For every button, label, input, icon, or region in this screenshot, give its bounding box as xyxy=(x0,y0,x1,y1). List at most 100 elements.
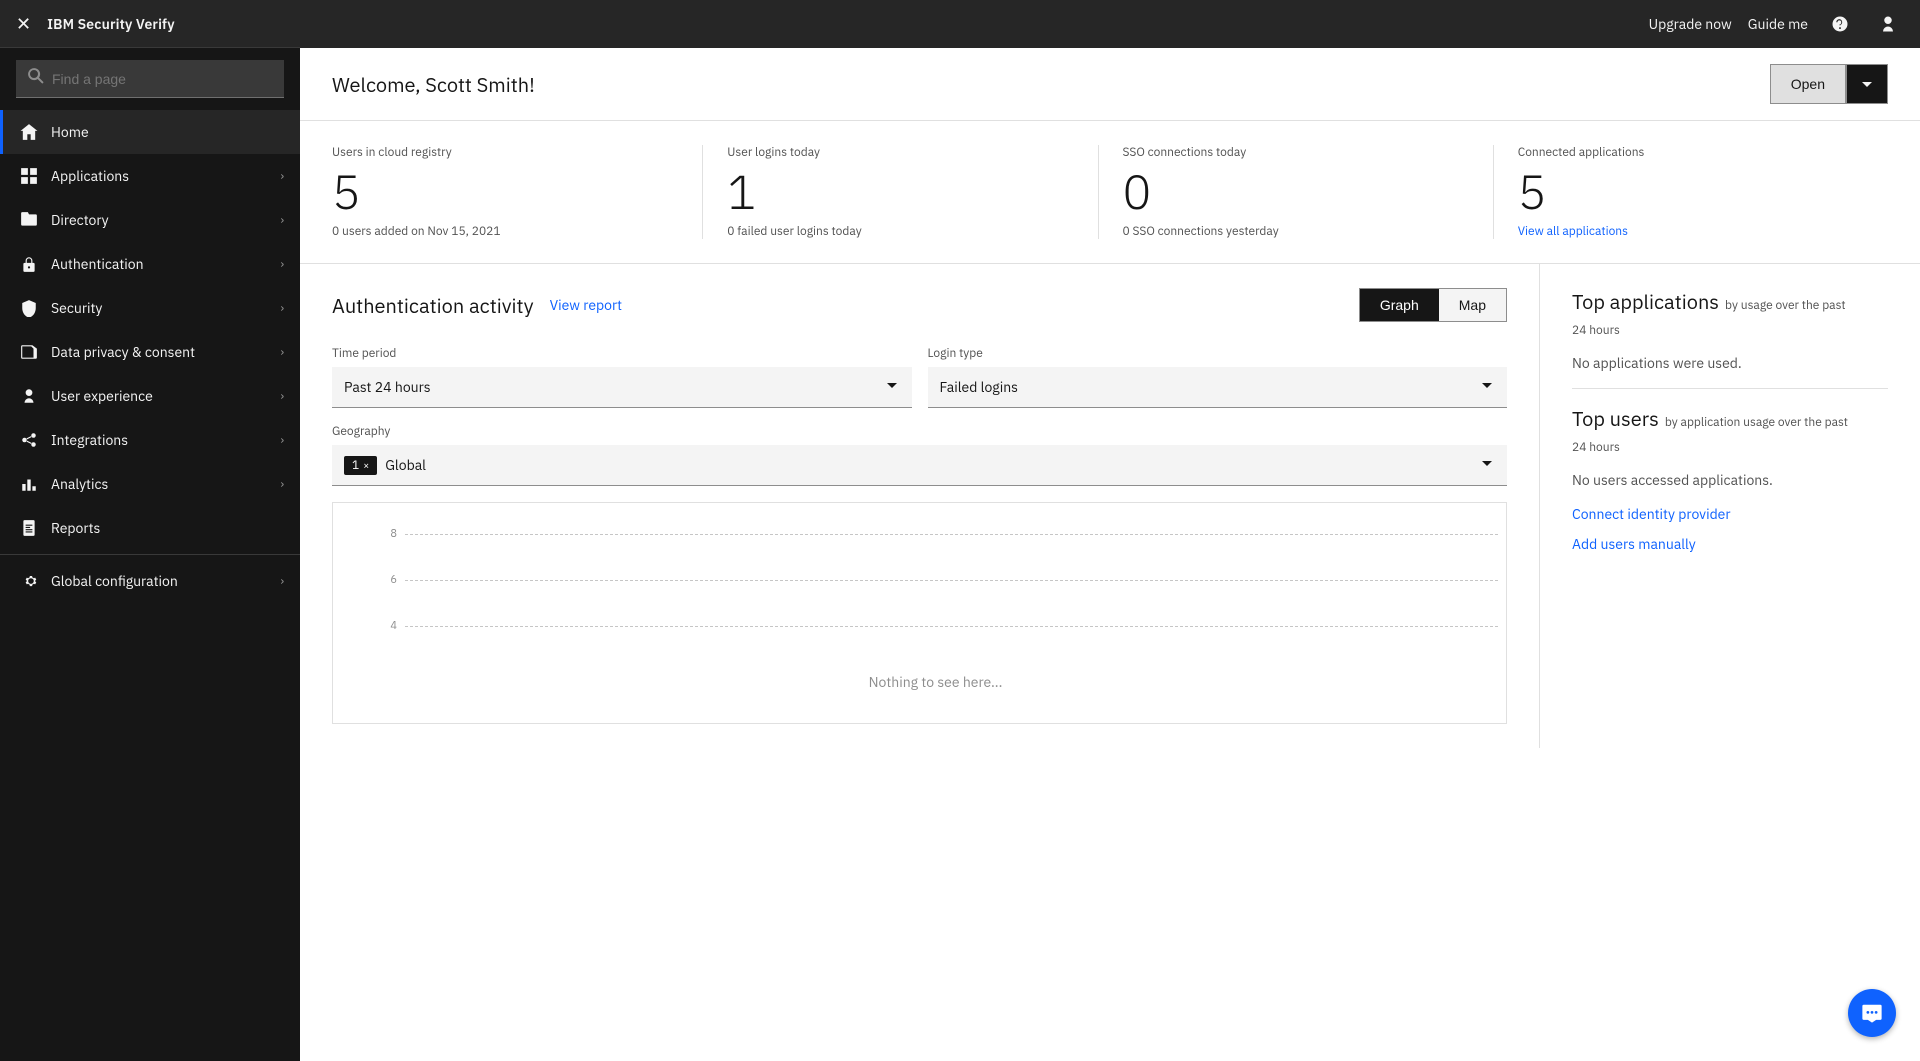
sidebar-item-global-config[interactable]: Global configuration › xyxy=(0,559,300,603)
sidebar-item-integrations[interactable]: Integrations › xyxy=(0,418,300,462)
stat-users-cloud: Users in cloud registry 5 0 users added … xyxy=(332,145,703,239)
stat-user-logins: User logins today 1 0 failed user logins… xyxy=(727,145,1098,239)
user-experience-icon xyxy=(19,386,39,406)
stat-users-cloud-sub: 0 users added on Nov 15, 2021 xyxy=(332,224,678,239)
analytics-icon xyxy=(19,474,39,494)
sidebar-item-data-privacy[interactable]: Data privacy & consent › xyxy=(0,330,300,374)
geography-select[interactable]: 1 × Global xyxy=(332,445,1507,486)
chevron-down-icon: › xyxy=(280,433,284,448)
time-period-label: Time period xyxy=(332,346,912,361)
top-users-section: Top users by application usage over the … xyxy=(1572,405,1888,489)
chevron-down-icon: › xyxy=(280,345,284,360)
stat-sso-connections: SSO connections today 0 0 SSO connection… xyxy=(1123,145,1494,239)
stat-user-logins-label: User logins today xyxy=(727,145,1073,160)
sidebar-item-security[interactable]: Security › xyxy=(0,286,300,330)
data-privacy-icon xyxy=(19,342,39,362)
login-type-chevron xyxy=(1479,377,1495,397)
geography-tag-remove[interactable]: × xyxy=(363,459,369,472)
time-period-chevron xyxy=(884,377,900,397)
top-applications-section: Top applications by usage over the past … xyxy=(1572,288,1888,372)
nav-items: Home Applications › Directory › Authenti… xyxy=(0,110,300,1061)
top-apps-title: Top applications xyxy=(1572,288,1719,315)
open-chevron-button[interactable] xyxy=(1846,64,1888,104)
search-icon xyxy=(28,68,44,89)
add-users-manually-link[interactable]: Add users manually xyxy=(1572,535,1888,553)
view-all-applications-link[interactable]: View all applications xyxy=(1518,224,1628,239)
chat-fab[interactable] xyxy=(1848,989,1896,1037)
top-users-title: Top users xyxy=(1572,405,1659,432)
stat-user-logins-value: 1 xyxy=(727,168,1073,216)
nav-divider xyxy=(0,554,300,555)
close-icon[interactable]: ✕ xyxy=(16,12,31,35)
user-profile-button[interactable] xyxy=(1872,8,1904,40)
geography-value: Global xyxy=(385,456,1471,474)
help-button[interactable] xyxy=(1824,8,1856,40)
right-panel: Top applications by usage over the past … xyxy=(1540,264,1920,748)
sidebar-item-reports[interactable]: Reports xyxy=(0,506,300,550)
chevron-down-icon: › xyxy=(280,301,284,316)
geography-filter: Geography 1 × Global xyxy=(332,424,1507,486)
security-icon xyxy=(19,298,39,318)
geography-chevron xyxy=(1479,455,1495,475)
guide-me-link[interactable]: Guide me xyxy=(1748,15,1808,33)
stat-user-logins-sub: 0 failed user logins today xyxy=(727,224,1073,239)
sidebar-item-home[interactable]: Home xyxy=(0,110,300,154)
top-users-subtitle-prefix: by application usage over the past xyxy=(1665,415,1848,430)
stat-sso-value: 0 xyxy=(1123,168,1469,216)
top-apps-title-row: Top applications by usage over the past xyxy=(1572,288,1888,319)
brand-name: IBM Security Verify xyxy=(47,15,175,33)
chevron-down-icon: › xyxy=(280,574,284,589)
search-box[interactable] xyxy=(16,60,284,98)
directory-icon xyxy=(19,210,39,230)
open-button[interactable]: Open xyxy=(1770,64,1846,104)
chart-grid-dash xyxy=(405,626,1498,627)
chart-gridline-6: 6 xyxy=(373,573,1498,587)
sidebar-item-applications[interactable]: Applications › xyxy=(0,154,300,198)
time-period-select[interactable]: Past 24 hours xyxy=(332,367,912,408)
stat-sso-sub: 0 SSO connections yesterday xyxy=(1123,224,1469,239)
sidebar-item-directory[interactable]: Directory › xyxy=(0,198,300,242)
connect-identity-provider-link[interactable]: Connect identity provider xyxy=(1572,505,1888,523)
graph-toggle-button[interactable]: Graph xyxy=(1360,289,1439,321)
geography-tag: 1 × xyxy=(344,456,377,475)
chart-grid-dash xyxy=(405,534,1498,535)
chart-area: 8 6 4 Nothing to see here... xyxy=(332,502,1507,724)
home-icon xyxy=(19,122,39,142)
welcome-bar: Welcome, Scott Smith! Open xyxy=(300,48,1920,121)
chevron-down-icon: › xyxy=(280,477,284,492)
login-type-label: Login type xyxy=(928,346,1508,361)
top-apps-subtitle-time: 24 hours xyxy=(1572,323,1888,338)
auth-activity-panel: Authentication activity View report Grap… xyxy=(300,264,1540,748)
stat-connected-apps-value: 5 xyxy=(1518,168,1864,216)
chart-empty-message: Nothing to see here... xyxy=(373,665,1498,707)
view-report-link[interactable]: View report xyxy=(550,296,623,314)
upgrade-now-link[interactable]: Upgrade now xyxy=(1649,15,1732,33)
sidebar-item-user-experience[interactable]: User experience › xyxy=(0,374,300,418)
time-period-filter: Time period Past 24 hours xyxy=(332,346,912,408)
map-toggle-button[interactable]: Map xyxy=(1439,289,1506,321)
stat-connected-apps-sub: View all applications xyxy=(1518,224,1864,239)
top-users-no-data: No users accessed applications. xyxy=(1572,471,1888,489)
stat-connected-apps-label: Connected applications xyxy=(1518,145,1864,160)
sidebar-item-analytics[interactable]: Analytics › xyxy=(0,462,300,506)
graph-map-toggle: Graph Map xyxy=(1359,288,1507,322)
stat-users-cloud-label: Users in cloud registry xyxy=(332,145,678,160)
auth-activity-title: Authentication activity xyxy=(332,292,534,319)
dashboard-body: Authentication activity View report Grap… xyxy=(300,264,1920,748)
global-config-icon xyxy=(19,571,39,591)
stats-row: Users in cloud registry 5 0 users added … xyxy=(300,121,1920,264)
top-users-subtitle-time: 24 hours xyxy=(1572,440,1888,455)
sidebar-item-authentication[interactable]: Authentication › xyxy=(0,242,300,286)
authentication-icon xyxy=(19,254,39,274)
topbar: Upgrade now Guide me xyxy=(300,0,1920,48)
sidebar-header: ✕ IBM Security Verify xyxy=(0,0,300,48)
chevron-down-icon: › xyxy=(280,213,284,228)
chevron-down-icon: › xyxy=(280,389,284,404)
stat-connected-apps: Connected applications 5 View all applic… xyxy=(1518,145,1888,239)
chevron-down-icon: › xyxy=(280,169,284,184)
top-apps-subtitle-prefix: by usage over the past xyxy=(1725,298,1846,313)
login-type-select[interactable]: Failed logins xyxy=(928,367,1508,408)
reports-icon xyxy=(19,518,39,538)
search-input[interactable] xyxy=(52,71,272,87)
chevron-down-icon: › xyxy=(280,257,284,272)
